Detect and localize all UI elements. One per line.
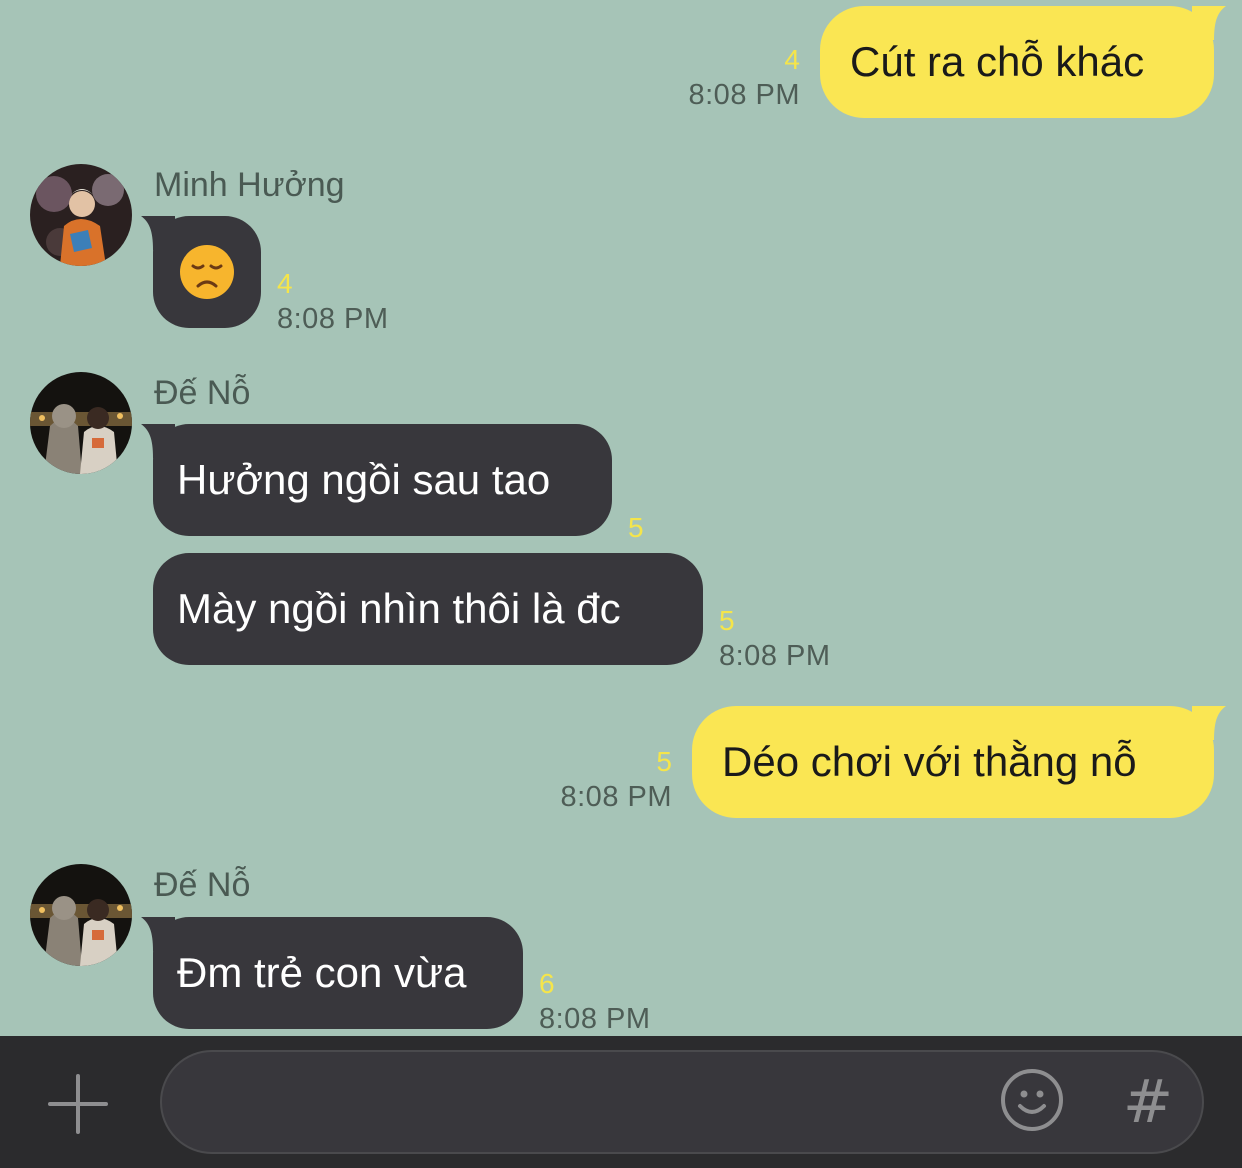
- message-text: Đm trẻ con vừa: [177, 949, 467, 996]
- incoming-message-bubble[interactable]: Đm trẻ con vừa: [141, 917, 523, 1029]
- plus-icon[interactable]: [46, 1072, 110, 1136]
- chat-area[interactable]: 4 8:08 PM Cút ra chỗ khác Minh Hưởng 4 8: [0, 0, 1242, 1036]
- message-meta: 5: [628, 514, 644, 542]
- avatar-de-no[interactable]: [30, 864, 132, 966]
- sender-name: Đế Nỗ: [154, 866, 251, 904]
- message-time: 8:08 PM: [560, 781, 672, 813]
- avatar-minh-huong[interactable]: [30, 164, 132, 266]
- message-meta: 6 8:08 PM: [539, 970, 651, 1034]
- message-meta: 4 8:08 PM: [689, 46, 801, 110]
- message-meta: 5 8:08 PM: [719, 607, 831, 671]
- unread-count: 5: [656, 746, 672, 777]
- message-text: Cút ra chỗ khác: [850, 38, 1145, 85]
- sender-name: Minh Hưởng: [154, 166, 345, 204]
- bubble-tail: [1192, 6, 1226, 40]
- incoming-message-bubble[interactable]: [141, 216, 261, 328]
- incoming-message-bubble[interactable]: Hưởng ngồi sau tao: [141, 424, 612, 536]
- message-time: 8:08 PM: [539, 1003, 651, 1035]
- hashtag-icon[interactable]: #: [1120, 1070, 1176, 1134]
- bubble-tail: [1192, 706, 1226, 740]
- bubble-tail: [141, 216, 175, 250]
- message-time: 8:08 PM: [277, 303, 389, 335]
- unread-count: 4: [784, 44, 800, 75]
- unread-count: 5: [628, 512, 644, 543]
- bubble-tail: [141, 917, 175, 951]
- message-meta: 4 8:08 PM: [277, 270, 389, 334]
- message-meta: 5 8:08 PM: [561, 748, 673, 812]
- unread-count: 5: [719, 605, 735, 636]
- outgoing-message-bubble[interactable]: Déo chơi với thằng nỗ: [692, 706, 1226, 818]
- unread-count: 6: [539, 968, 555, 999]
- message-time: 8:08 PM: [719, 640, 831, 672]
- sender-name: Đế Nỗ: [154, 374, 251, 412]
- unread-count: 4: [277, 268, 293, 299]
- outgoing-message-bubble[interactable]: Cút ra chỗ khác: [820, 6, 1226, 118]
- incoming-message-bubble[interactable]: Mày ngồi nhìn thôi là đc: [153, 553, 703, 665]
- message-text: Déo chơi với thằng nỗ: [722, 738, 1137, 785]
- bubble-tail: [141, 424, 175, 458]
- message-time: 8:08 PM: [688, 79, 800, 111]
- message-text: Hưởng ngồi sau tao: [177, 456, 551, 503]
- emoji-icon[interactable]: [1000, 1068, 1064, 1132]
- message-text: Mày ngồi nhìn thôi là đc: [177, 585, 621, 632]
- avatar-de-no[interactable]: [30, 372, 132, 474]
- disappointed-face-emoji: [180, 245, 234, 299]
